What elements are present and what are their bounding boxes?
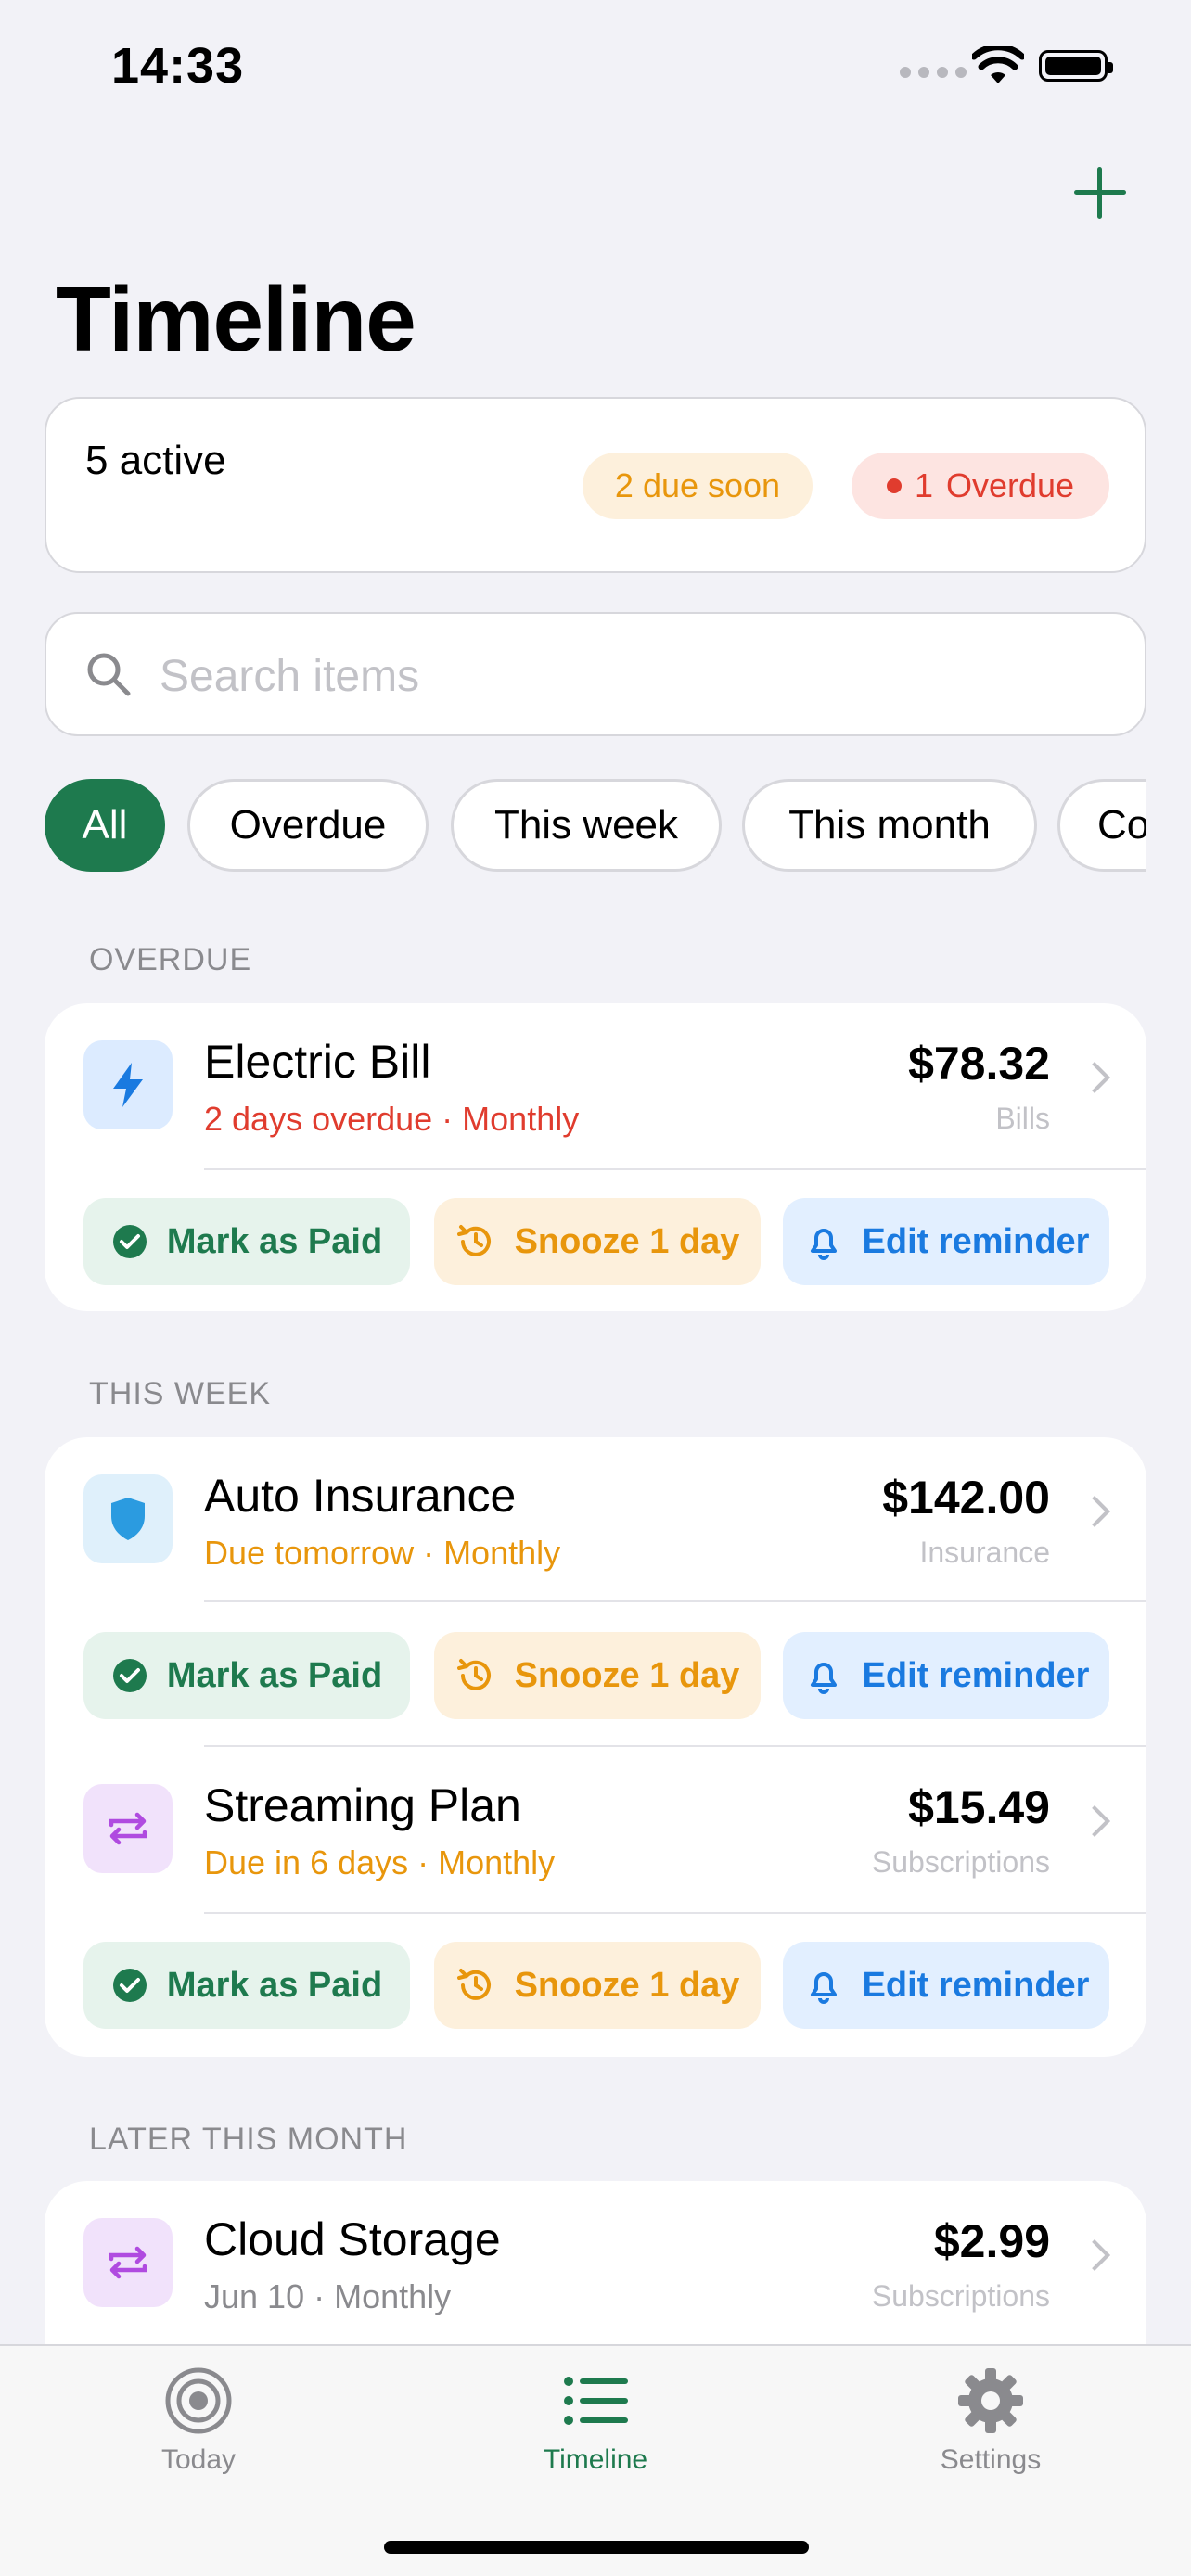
tab-today-label: Today [160,2444,237,2475]
mark-as-paid-button[interactable]: Mark as Paid [83,1198,410,1285]
overdue-count: 1 [914,466,933,504]
mark-as-paid-button[interactable]: Mark as Paid [83,1632,410,1719]
item-category: Subscriptions [871,1845,1050,1879]
divider [204,1600,1146,1602]
search-icon [87,653,131,696]
add-item-button[interactable] [1074,167,1126,219]
edit-reminder-button[interactable]: Edit reminder [783,1632,1109,1719]
bell-icon [810,1663,837,1694]
divider [204,1168,1146,1170]
filter-chips: All Overdue This week This month Co [45,779,1146,875]
checkmark-circle-icon [112,1659,147,1692]
item-amount: $78.32 [908,1038,1050,1090]
overdue-dot-icon [886,478,902,493]
active-count: 5 active [85,438,226,483]
list-item-streaming-plan[interactable]: Streaming Plan Due in 6 days · Monthly $… [45,1747,1146,1914]
tab-timeline[interactable]: Timeline [475,2366,716,2476]
item-due-status: 2 days overdue · Monthly [204,1100,580,1138]
repeat-icon [83,1784,173,1873]
snooze-button[interactable]: Snooze 1 day [434,1942,761,2029]
filter-completed[interactable]: Co [1057,779,1146,872]
search-bar[interactable] [45,612,1146,736]
overdue-card: Electric Bill 2 days overdue · Monthly $… [45,1003,1146,1311]
mark-as-paid-button[interactable]: Mark as Paid [83,1942,410,2029]
this-week-card: Auto Insurance Due tomorrow · Monthly $1… [45,1437,1146,2057]
chevron-right-icon [1079,2239,1110,2271]
cellular-signal-icon [900,67,967,78]
tab-settings[interactable]: Settings [870,2366,1111,2476]
due-soon-badge[interactable]: 2 due soon [583,453,813,519]
item-name: Cloud Storage [204,2213,501,2265]
snooze-label: Snooze 1 day [514,1221,740,1261]
snooze-label: Snooze 1 day [514,1655,740,1695]
tab-settings-label: Settings [940,2444,1042,2475]
snooze-clock-icon [456,1969,491,2000]
snooze-button[interactable]: Snooze 1 day [434,1198,761,1285]
item-name: Auto Insurance [204,1470,517,1522]
snooze-clock-icon [456,1225,491,1256]
item-name: Electric Bill [204,1036,431,1088]
edit-reminder-label: Edit reminder [862,1965,1090,2005]
section-label-this-week: THIS WEEK [89,1376,272,1411]
summary-card: 5 active 2 due soon 1 Overdue [45,397,1146,573]
snooze-label: Snooze 1 day [514,1965,740,2005]
chevron-right-icon [1079,1062,1110,1093]
item-due-status: Due in 6 days · Monthly [204,1843,556,1881]
mark-as-paid-label: Mark as Paid [166,1221,383,1261]
item-category: Subscriptions [871,2279,1050,2313]
item-actions: Mark as Paid Snooze 1 day Edit reminder [83,1632,1109,1719]
list-item-electric-bill[interactable]: Electric Bill 2 days overdue · Monthly $… [45,1003,1146,1170]
item-actions: Mark as Paid Snooze 1 day Edit reminder [83,1198,1109,1285]
section-label-later: LATER THIS MONTH [89,2122,408,2157]
tab-today[interactable]: Today [78,2366,319,2476]
divider [204,1912,1146,1914]
mark-as-paid-label: Mark as Paid [166,1965,383,2005]
filter-all[interactable]: All [45,779,165,872]
item-category: Bills [995,1102,1050,1135]
gear-icon [958,2368,1023,2433]
item-amount: $142.00 [882,1472,1050,1524]
item-category: Insurance [919,1536,1050,1569]
checkmark-circle-icon [112,1969,147,2002]
bell-icon [810,1229,837,1260]
target-icon [165,2367,232,2434]
snooze-clock-icon [456,1659,491,1690]
wifi-icon [972,46,1024,83]
item-due-status: Due tomorrow · Monthly [204,1534,561,1572]
chevron-right-icon [1079,1805,1110,1837]
status-time: 14:33 [111,38,245,94]
filter-this-month[interactable]: This month [742,779,1037,872]
list-item-auto-insurance[interactable]: Auto Insurance Due tomorrow · Monthly $1… [45,1437,1146,1604]
item-due-status: Jun 10 · Monthly [204,2277,452,2315]
snooze-button[interactable]: Snooze 1 day [434,1632,761,1719]
bell-icon [810,1972,837,2004]
item-name: Streaming Plan [204,1779,521,1831]
item-actions: Mark as Paid Snooze 1 day Edit reminder [83,1942,1109,2029]
battery-icon [1039,50,1113,82]
search-input[interactable] [158,645,1089,707]
repeat-icon [83,2218,173,2307]
mark-as-paid-label: Mark as Paid [166,1655,383,1695]
tab-timeline-label: Timeline [543,2444,648,2475]
chevron-right-icon [1079,1496,1110,1527]
edit-reminder-label: Edit reminder [862,1221,1090,1261]
list-icon [564,2377,628,2425]
edit-reminder-label: Edit reminder [862,1655,1090,1695]
section-label-overdue: OVERDUE [89,942,252,977]
checkmark-circle-icon [112,1225,147,1258]
overdue-badge[interactable]: 1 Overdue [852,453,1109,519]
edit-reminder-button[interactable]: Edit reminder [783,1198,1109,1285]
item-amount: $15.49 [908,1781,1050,1833]
filter-this-week[interactable]: This week [451,779,722,872]
home-indicator [384,2541,809,2554]
shield-icon [83,1474,173,1563]
edit-reminder-button[interactable]: Edit reminder [783,1942,1109,2029]
list-item-cloud-storage[interactable]: Cloud Storage Jun 10 · Monthly $2.99 Sub… [45,2181,1146,2348]
lightning-icon [83,1040,173,1129]
overdue-label: Overdue [945,466,1075,504]
filter-overdue[interactable]: Overdue [187,779,429,872]
item-amount: $2.99 [933,2215,1050,2267]
page-title: Timeline [56,268,416,370]
